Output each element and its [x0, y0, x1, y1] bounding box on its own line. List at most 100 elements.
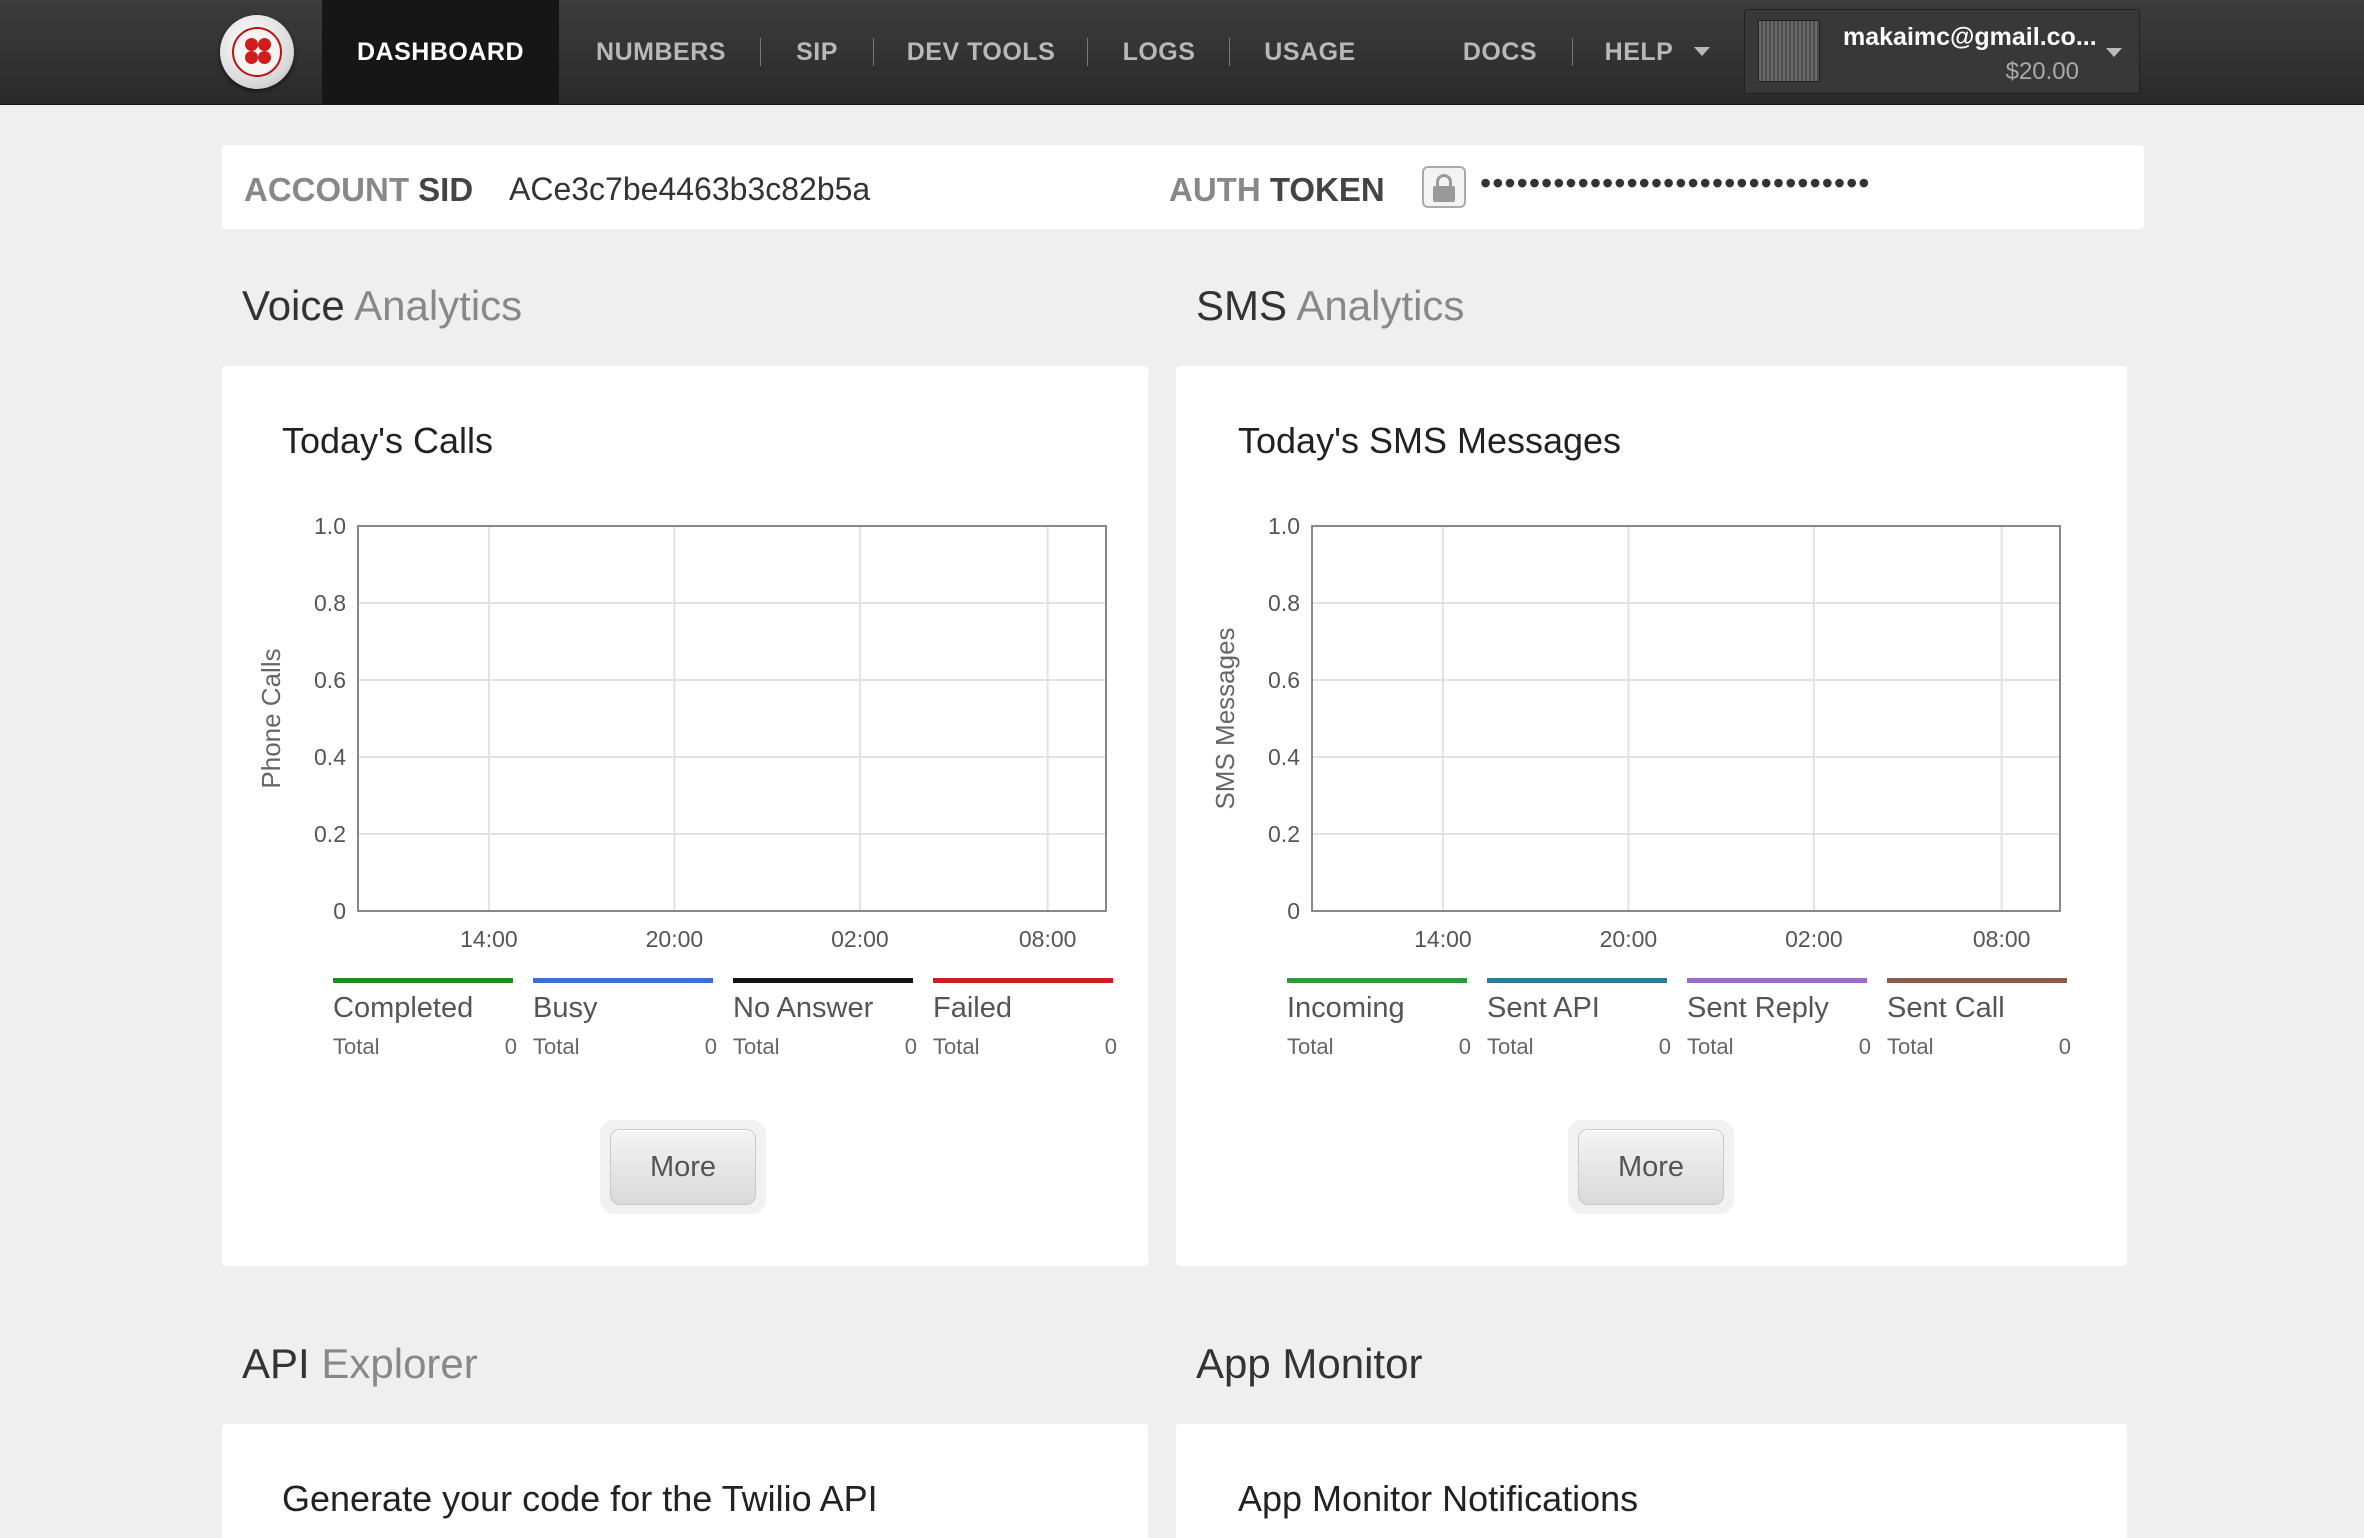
api-panel-title: Generate your code for the Twilio API [282, 1478, 878, 1519]
logo-dot [258, 38, 271, 51]
legend-total-label: Total [333, 1034, 380, 1059]
y-tick-label: 0.8 [314, 590, 346, 616]
lock-icon[interactable] [1422, 166, 1466, 208]
heading-strong: API [242, 1340, 310, 1387]
legend-count: 0 [904, 1034, 917, 1059]
voice-analytics-panel: Today's Calls 1.0 0.8 0.6 0.4 0.2 0 14:00 20:00… [222, 366, 1148, 1266]
x-tick-label: 08:00 [1019, 926, 1077, 952]
heading-strong: Voice [242, 282, 345, 329]
account-balance: $20.00 [2005, 58, 2079, 85]
legend-name: Completed [333, 992, 474, 1024]
plot-frame [1311, 525, 2061, 912]
nav-logs[interactable]: LOGS [1112, 0, 1206, 105]
y-tick-label: 0 [1287, 898, 1300, 924]
legend-count: 0 [1104, 1034, 1117, 1059]
plot-frame [357, 525, 1107, 912]
legend-total-label: Total [1487, 1034, 1534, 1059]
voice-analytics-heading: Voice Analytics [242, 282, 522, 330]
auth-token-label: AUTH TOKEN [1169, 171, 1385, 209]
app-monitor-heading: App Monitor [1196, 1340, 1422, 1388]
sms-analytics-panel: Today's SMS Messages 1.0 0.8 0.6 0.4 0.2 0 14:… [1176, 366, 2127, 1266]
legend-count: 0 [1858, 1034, 1871, 1059]
legend-color-bar [533, 978, 713, 983]
y-axis-label: SMS Messages [1210, 627, 1240, 809]
help-chevron-down-icon[interactable] [1694, 47, 1710, 56]
legend-total-label: Total [733, 1034, 780, 1059]
y-tick-label: 0.4 [314, 744, 346, 770]
logo-dot [258, 51, 271, 64]
nav-usage[interactable]: USAGE [1252, 0, 1368, 105]
top-nav: DASHBOARD NUMBERS SIP DEV TOOLS LOGS USA… [0, 0, 2364, 105]
legend-total-label: Total [533, 1034, 580, 1059]
credentials-bar: ACCOUNT SID ACe3c7be4463b3c82b5a AUTH TO… [222, 145, 2144, 229]
sms-more-button[interactable]: More [1578, 1129, 1724, 1205]
legend-color-bar [1287, 978, 1467, 983]
legend-total-label: Total [933, 1034, 980, 1059]
heading-light: Analytics [344, 282, 523, 329]
legend-name: Sent Reply [1687, 992, 1829, 1024]
y-tick-label: 0.6 [314, 667, 346, 693]
heading-strong: SMS [1196, 282, 1288, 329]
legend-color-bar [1487, 978, 1667, 983]
nav-numbers[interactable]: NUMBERS [584, 0, 738, 105]
voice-chart: 1.0 0.8 0.6 0.4 0.2 0 14:00 20:00 02:00 08:00 Phon… [256, 513, 1107, 952]
voice-more-button[interactable]: More [610, 1129, 756, 1205]
account-sid-label: ACCOUNT SID [244, 171, 473, 209]
legend-color-bar [1887, 978, 2067, 983]
y-tick-label: 0.2 [1268, 821, 1300, 847]
legend-total-label: Total [1287, 1034, 1334, 1059]
legend-name: Busy [533, 992, 598, 1024]
legend-name: Sent Call [1887, 992, 2005, 1024]
legend-count: 0 [504, 1034, 517, 1059]
api-explorer-panel: Generate your code for the Twilio API [222, 1424, 1148, 1538]
legend-color-bar [1687, 978, 1867, 983]
monitor-panel-title: App Monitor Notifications [1238, 1478, 1639, 1519]
lock-body [1433, 186, 1455, 202]
sms-chart: 1.0 0.8 0.6 0.4 0.2 0 14:00 20:00 02:00 08:00 SMS … [1210, 513, 2061, 952]
logo-dot [245, 51, 258, 64]
legend-name: No Answer [733, 992, 874, 1024]
legend-color-bar [933, 978, 1113, 983]
account-sid-value: ACe3c7be4463b3c82b5a [509, 171, 871, 207]
x-tick-label: 20:00 [646, 926, 704, 952]
legend-name: Incoming [1287, 992, 1405, 1024]
x-tick-label: 02:00 [831, 926, 889, 952]
auth-token-value: •••••••••••••••••••••••••••••••• [1480, 165, 1871, 201]
logo-dot [245, 38, 258, 51]
nav-dev-tools[interactable]: DEV TOOLS [898, 0, 1064, 105]
nav-dashboard[interactable]: DASHBOARD [322, 0, 559, 105]
nav-sip[interactable]: SIP [782, 0, 852, 105]
app-monitor-panel: App Monitor Notifications [1176, 1424, 2127, 1538]
nav-separator [1572, 38, 1573, 66]
account-chevron-down-icon[interactable] [2106, 48, 2122, 57]
account-menu[interactable]: makaimc@gmail.co... $20.00 [1744, 9, 2140, 94]
twilio-logo[interactable] [220, 15, 294, 89]
legend-color-bar [333, 978, 513, 983]
account-email: makaimc@gmail.co... [1843, 23, 2097, 51]
legend-name: Failed [933, 992, 1012, 1024]
logo-ring [232, 27, 282, 77]
legend-name: Sent API [1487, 992, 1600, 1024]
x-tick-label: 08:00 [1973, 926, 2031, 952]
y-axis-label: Phone Calls [256, 648, 286, 788]
auth-token-label-b: TOKEN [1269, 171, 1385, 208]
x-tick-label: 20:00 [1600, 926, 1658, 952]
heading-light: Explorer [309, 1340, 478, 1387]
sms-more-wrapper: More [1568, 1120, 1734, 1214]
sms-analytics-heading: SMS Analytics [1196, 282, 1464, 330]
y-tick-label: 1.0 [1268, 513, 1300, 539]
legend-count: 0 [2058, 1034, 2071, 1059]
nav-separator [1229, 38, 1230, 66]
y-tick-label: 0 [333, 898, 346, 924]
legend-count: 0 [704, 1034, 717, 1059]
legend-total-label: Total [1887, 1034, 1934, 1059]
nav-docs[interactable]: DOCS [1452, 0, 1548, 105]
auth-token-label-a: AUTH [1169, 171, 1261, 208]
legend-total-label: Total [1687, 1034, 1734, 1059]
y-tick-label: 0.2 [314, 821, 346, 847]
nav-separator [1087, 38, 1088, 66]
avatar [1758, 20, 1820, 82]
nav-separator [873, 38, 874, 66]
nav-help[interactable]: HELP [1596, 0, 1682, 105]
y-tick-label: 0.4 [1268, 744, 1300, 770]
